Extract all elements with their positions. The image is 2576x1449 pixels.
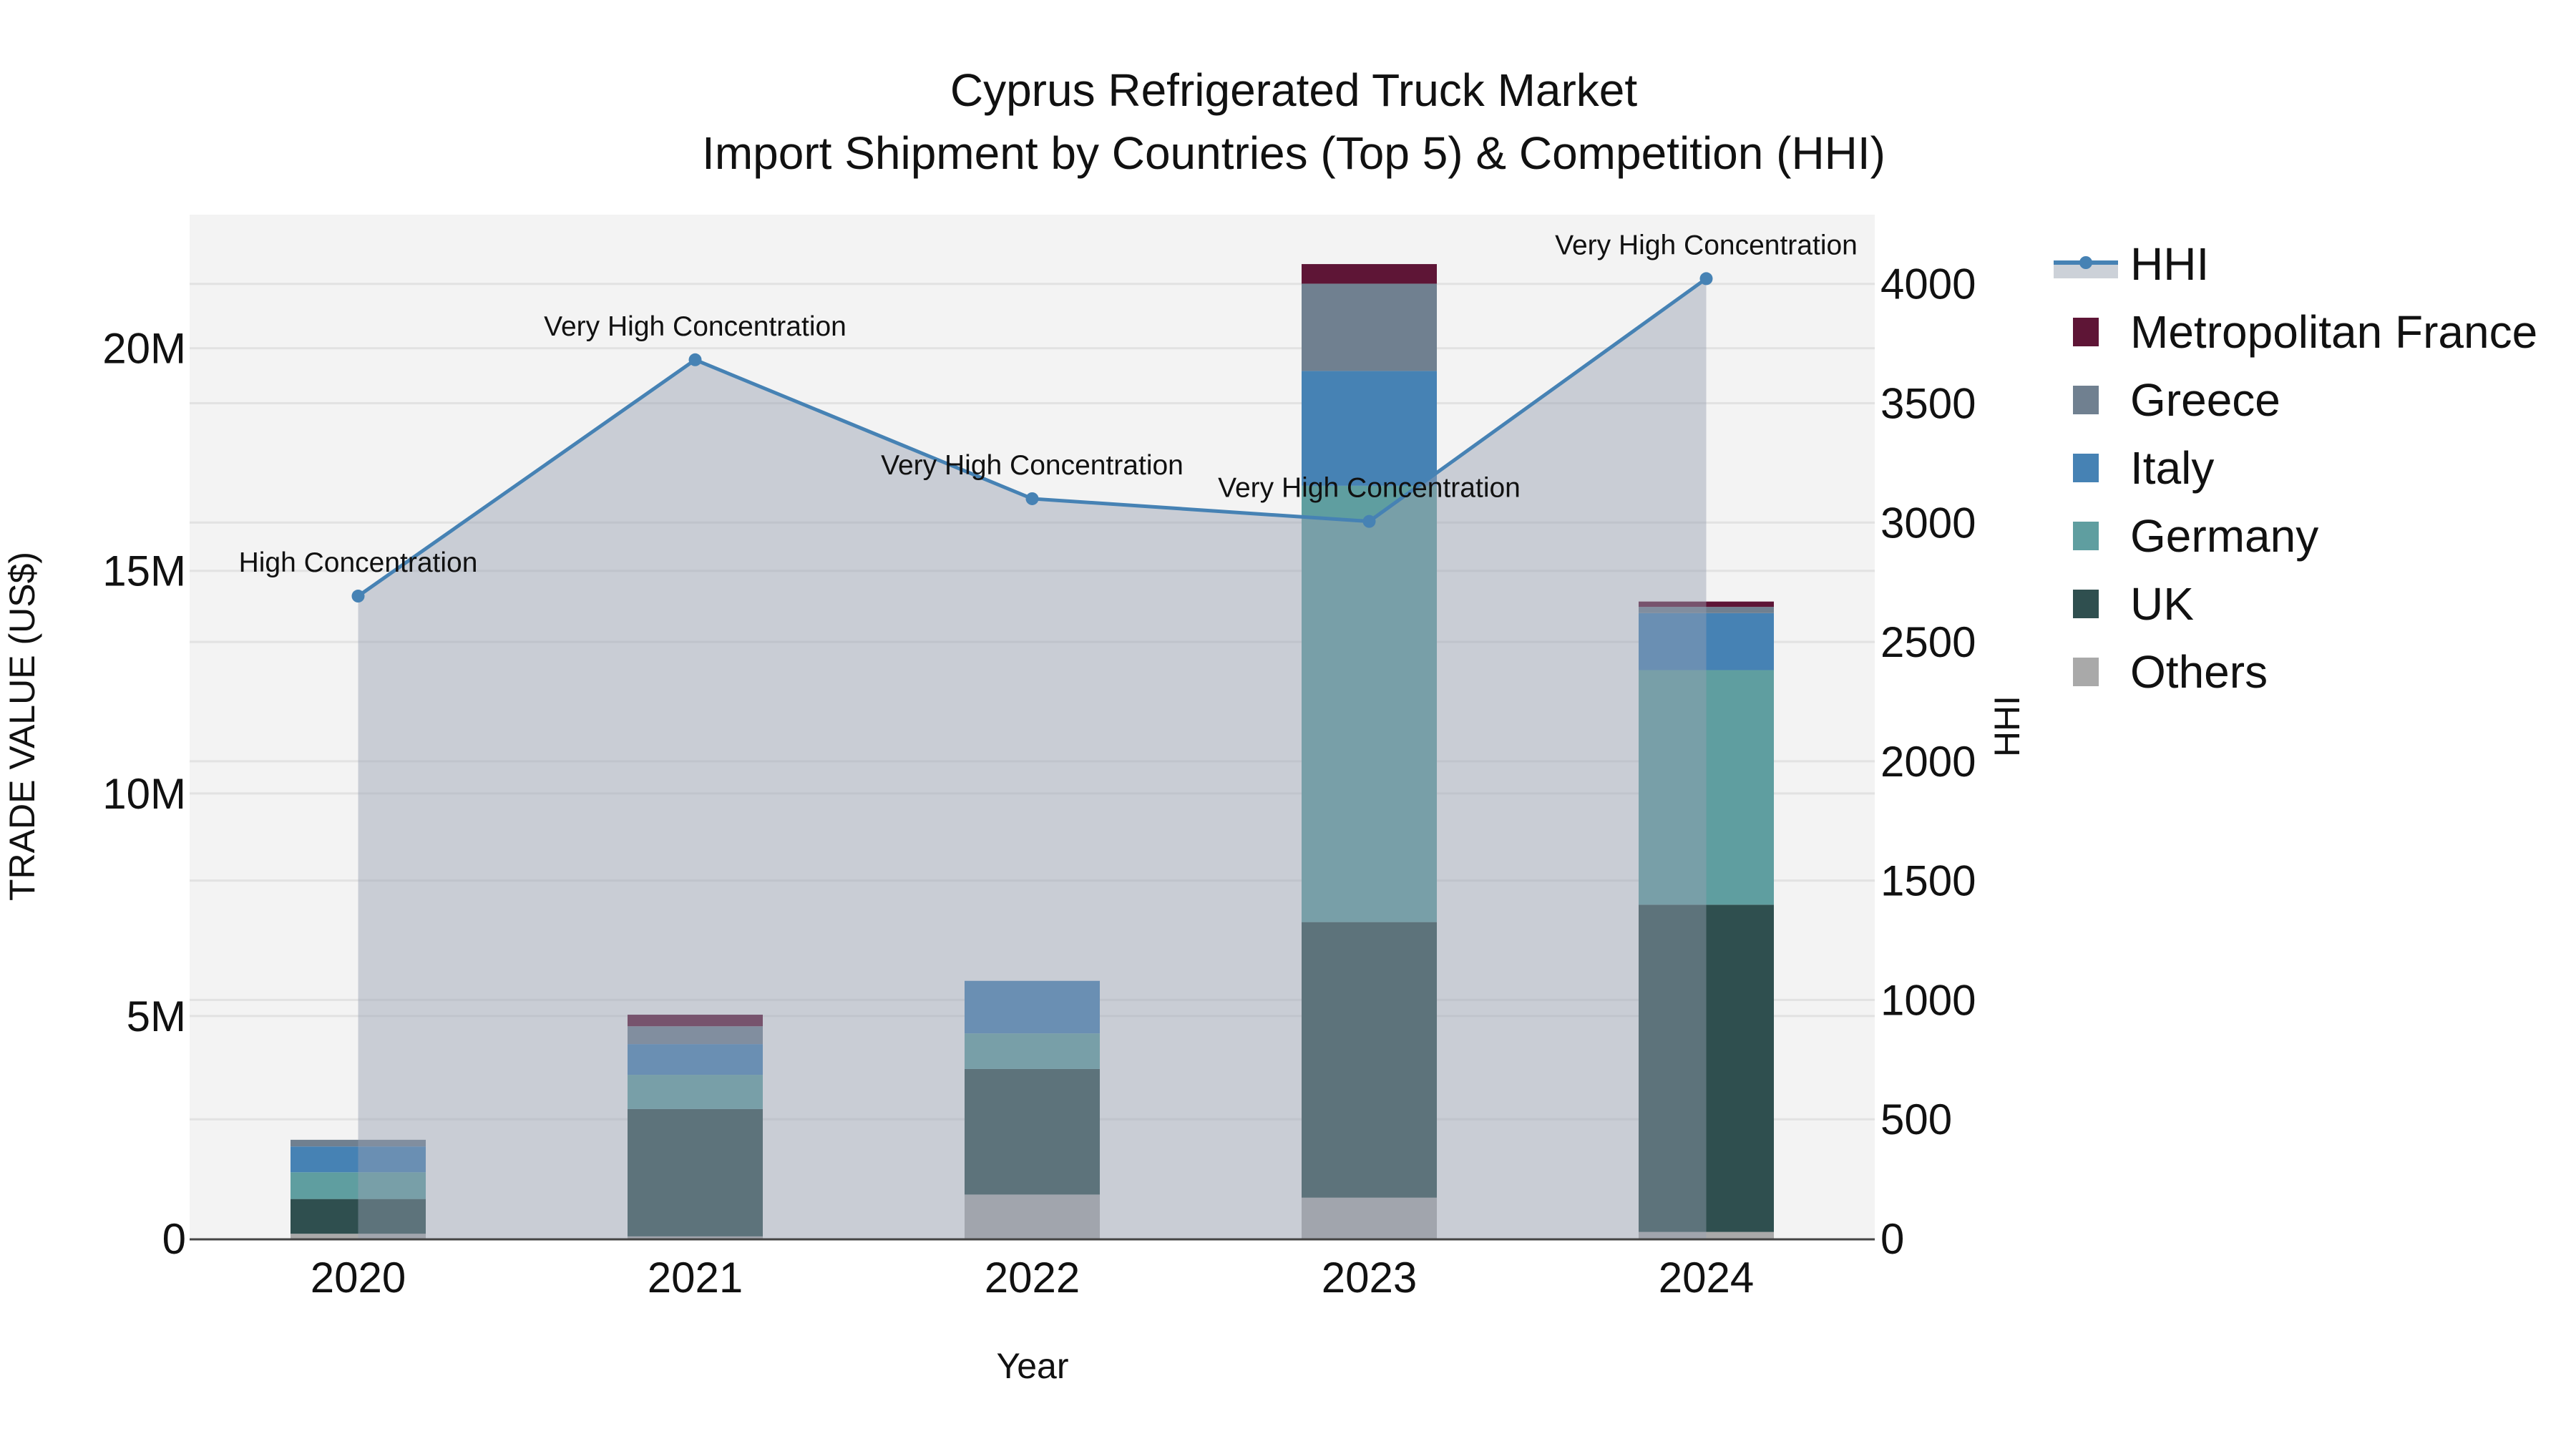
- legend-swatch: [2073, 454, 2099, 482]
- y2-tick-label: 3000: [1880, 499, 1976, 547]
- legend-item-uk[interactable]: UK: [2130, 578, 2194, 630]
- legend-item-italy[interactable]: Italy: [2130, 442, 2214, 494]
- y-tick-label: 10M: [102, 770, 186, 818]
- x-tick-label: 2024: [1659, 1254, 1754, 1302]
- bar-greece-2023[interactable]: [1302, 283, 1437, 371]
- legend-swatch: [2073, 658, 2099, 686]
- x-tick-label: 2021: [648, 1254, 743, 1302]
- y2-tick-label: 1000: [1880, 976, 1976, 1024]
- bar-metropolitan-france-2023[interactable]: [1302, 264, 1437, 284]
- legend-swatch: [2073, 386, 2099, 414]
- hhi-annotation: Very High Concentration: [1218, 473, 1521, 504]
- y2-tick-label: 2000: [1880, 738, 1976, 786]
- y2-tick-label: 1500: [1880, 857, 1976, 905]
- chart: High Concentration Very High Concentratio…: [0, 0, 2576, 1449]
- hhi-point[interactable]: [1362, 514, 1376, 528]
- y2-tick-label: 2500: [1880, 618, 1976, 666]
- hhi-annotation: Very High Concentration: [881, 450, 1184, 481]
- y-tick-label: 20M: [102, 325, 186, 373]
- hhi-point[interactable]: [688, 353, 702, 366]
- legend-item-others[interactable]: Others: [2130, 646, 2268, 698]
- x-tick-label: 2020: [311, 1254, 406, 1302]
- y2-tick-label: 4000: [1880, 260, 1976, 308]
- y2-tick-label: 500: [1880, 1096, 1952, 1143]
- hhi-point[interactable]: [1699, 272, 1713, 286]
- legend-swatch: [2073, 522, 2099, 550]
- x-tick-label: 2022: [985, 1254, 1080, 1302]
- bar-italy-2023[interactable]: [1302, 371, 1437, 486]
- y2-axis-title: HHI: [1987, 696, 2027, 757]
- chart-title: Cyprus Refrigerated Truck Market: [950, 64, 1638, 116]
- y2-tick-label: 3500: [1880, 380, 1976, 428]
- y-tick-label: 15M: [102, 547, 186, 595]
- y-axis-title: TRADE VALUE (US$): [2, 552, 42, 901]
- hhi-point[interactable]: [1025, 492, 1039, 505]
- x-tick-label: 2023: [1322, 1254, 1417, 1302]
- hhi-annotation: Very High Concentration: [544, 311, 847, 342]
- hhi-point[interactable]: [351, 590, 365, 603]
- legend-swatch: [2073, 590, 2099, 618]
- legend-item-greece[interactable]: Greece: [2130, 374, 2280, 426]
- hhi-annotation: High Concentration: [239, 547, 478, 578]
- chart-subtitle: Import Shipment by Countries (Top 5) & C…: [702, 127, 1885, 179]
- y2-tick-label: 0: [1880, 1215, 1904, 1263]
- legend-item-germany[interactable]: Germany: [2130, 510, 2318, 562]
- y-tick-label: 0: [162, 1215, 186, 1263]
- legend-item-hhi[interactable]: HHI: [2130, 238, 2209, 290]
- x-axis-title: Year: [996, 1346, 1068, 1386]
- hhi-annotation: Very High Concentration: [1555, 230, 1858, 260]
- legend-swatch: [2073, 318, 2099, 346]
- y-tick-label: 5M: [127, 992, 186, 1040]
- legend-item-metropolitan-france[interactable]: Metropolitan France: [2130, 306, 2537, 358]
- legend-hhi-marker: [2079, 256, 2092, 269]
